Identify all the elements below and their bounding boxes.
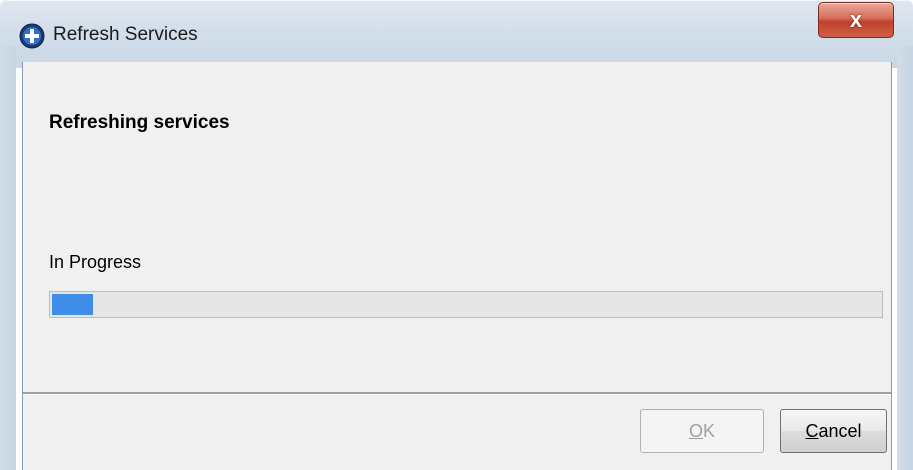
progress-bar-fill: [52, 294, 93, 315]
ok-button-label-rest: K: [703, 420, 716, 441]
title-bar[interactable]: Refresh Services x: [0, 0, 913, 68]
refresh-services-window: Refresh Services x Refreshing services I…: [0, 0, 913, 470]
progress-label: In Progress: [49, 252, 142, 272]
close-button[interactable]: x: [818, 2, 894, 38]
window-frame-left: [0, 46, 16, 470]
progress-bar: [49, 291, 883, 318]
window-frame-right: [897, 46, 913, 470]
plus-circle-icon: [19, 23, 45, 49]
window-title: Refresh Services: [53, 24, 198, 45]
cancel-button[interactable]: Cancel: [780, 409, 887, 453]
cancel-button-label-rest: ancel: [818, 420, 862, 441]
dialog-heading: Refreshing services: [49, 112, 230, 133]
dialog-body: Refreshing services In Progress OK Cance…: [22, 62, 892, 470]
ok-button[interactable]: OK: [640, 409, 764, 453]
ok-button-mnemonic: O: [688, 420, 703, 441]
button-divider: [23, 392, 891, 395]
cancel-button-mnemonic: C: [805, 420, 819, 441]
close-icon: x: [849, 7, 863, 32]
